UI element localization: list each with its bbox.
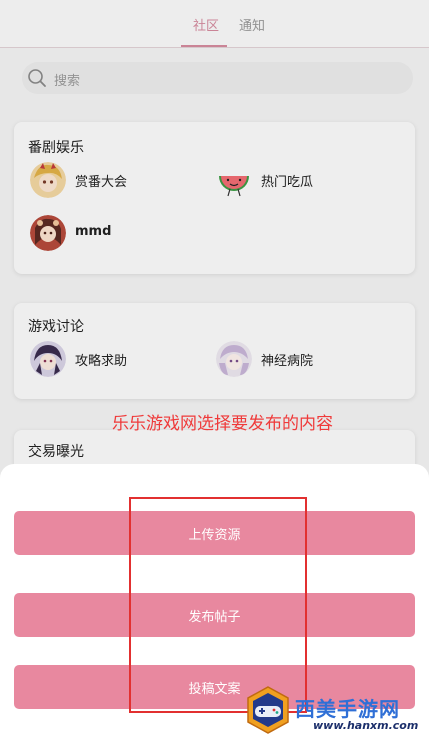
gamepad-logo-icon (247, 686, 289, 734)
annotation-caption: 乐乐游戏网选择要发布的内容 (112, 414, 333, 434)
watermark-url: www.hanxm.com (313, 719, 419, 732)
site-watermark: 西美手游网 www.hanxm.com (243, 685, 429, 735)
watermark-brand: 西美手游网 (295, 697, 400, 721)
annotation-highlight-box (129, 497, 307, 713)
